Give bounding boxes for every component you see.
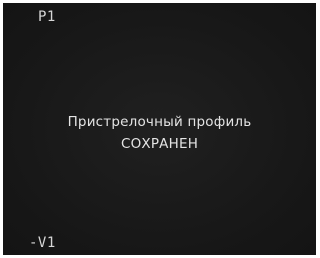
osd-screen: P1 Пристрелочный профиль СОХРАНЕН -V1: [3, 3, 316, 255]
message-line-saved: СОХРАНЕН: [120, 136, 199, 152]
status-message: Пристрелочный профиль СОХРАНЕН: [3, 111, 316, 155]
profile-slot-indicator: P1: [38, 9, 56, 25]
vertical-offset-indicator: -V1: [29, 235, 56, 251]
message-line-profile: Пристрелочный профиль: [67, 114, 252, 130]
